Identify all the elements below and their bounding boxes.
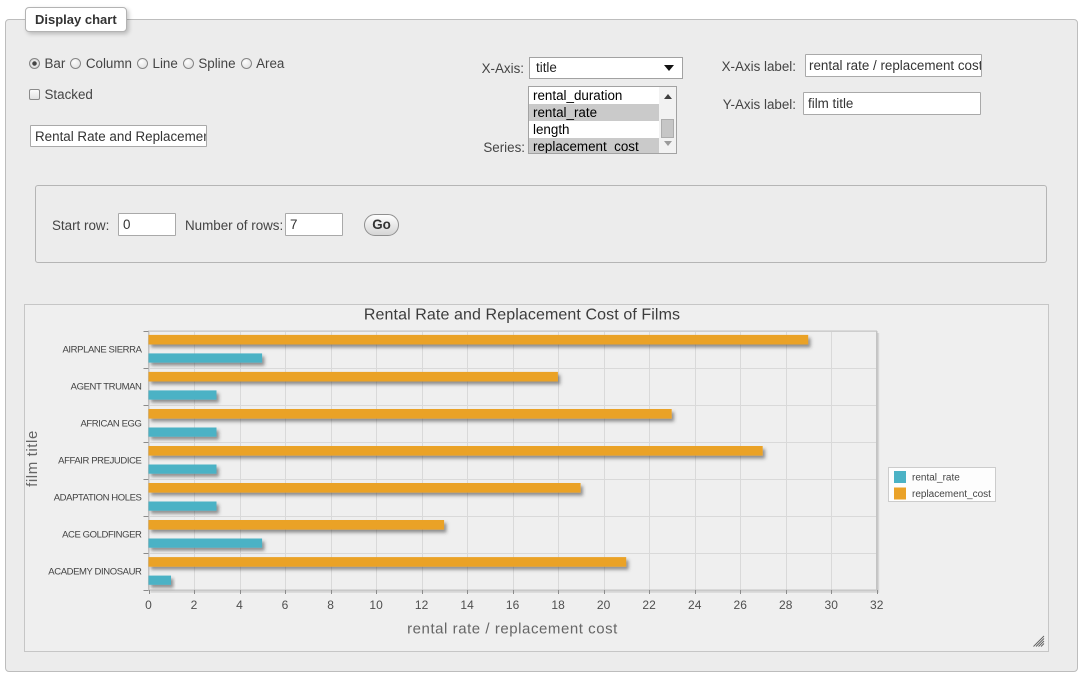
svg-text:8: 8: [327, 598, 334, 612]
svg-text:replacement_cost: replacement_cost: [912, 489, 991, 500]
svg-text:20: 20: [597, 598, 611, 612]
svg-text:rental rate / replacement cost: rental rate / replacement cost: [407, 621, 618, 638]
svg-text:16: 16: [506, 598, 520, 612]
svg-text:rental_rate: rental_rate: [912, 473, 960, 484]
svg-text:14: 14: [460, 598, 474, 612]
svg-text:AFRICAN EGG: AFRICAN EGG: [80, 419, 141, 430]
svg-text:ACE GOLDFINGER: ACE GOLDFINGER: [62, 530, 142, 541]
svg-text:10: 10: [369, 598, 383, 612]
svg-text:film title: film title: [25, 430, 41, 487]
svg-text:ACADEMY DINOSAUR: ACADEMY DINOSAUR: [48, 567, 142, 578]
svg-text:0: 0: [145, 598, 152, 612]
svg-text:6: 6: [282, 598, 289, 612]
svg-text:ADAPTATION HOLES: ADAPTATION HOLES: [54, 493, 142, 504]
svg-text:22: 22: [642, 598, 656, 612]
svg-text:26: 26: [734, 598, 748, 612]
svg-text:32: 32: [870, 598, 884, 612]
svg-text:AFFAIR PREJUDICE: AFFAIR PREJUDICE: [58, 456, 141, 467]
svg-text:28: 28: [779, 598, 793, 612]
svg-text:Rental Rate and Replacement Co: Rental Rate and Replacement Cost of Film…: [364, 307, 680, 324]
svg-text:AIRPLANE SIERRA: AIRPLANE SIERRA: [63, 345, 143, 356]
svg-text:12: 12: [415, 598, 429, 612]
svg-text:18: 18: [551, 598, 565, 612]
svg-text:AGENT TRUMAN: AGENT TRUMAN: [71, 382, 142, 393]
svg-text:4: 4: [236, 598, 243, 612]
svg-text:30: 30: [825, 598, 839, 612]
svg-text:24: 24: [688, 598, 702, 612]
svg-text:2: 2: [191, 598, 198, 612]
